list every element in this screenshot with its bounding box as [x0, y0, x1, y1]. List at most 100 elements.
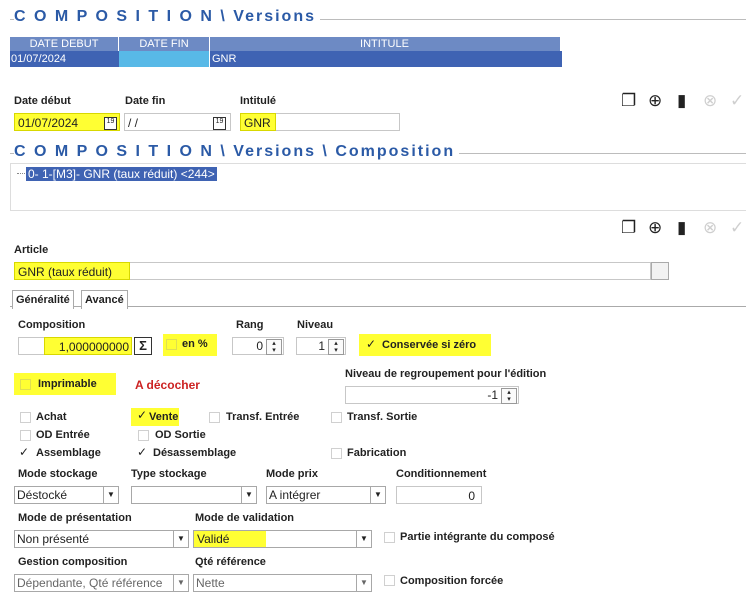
- date-debut-label: Date début: [14, 95, 71, 107]
- article-input-rest[interactable]: [130, 262, 651, 280]
- gestion-composition-select[interactable]: Dépendante, Qté référence ▼: [14, 574, 189, 592]
- qte-reference-label: Qté référence: [195, 556, 266, 568]
- cancel-icon[interactable]: ⊗: [703, 92, 717, 110]
- row-date-debut: 01/07/2024: [10, 51, 119, 67]
- col-intitule[interactable]: INTITULE: [210, 37, 559, 51]
- type-stockage-select[interactable]: ▼: [131, 486, 257, 504]
- copy-icon[interactable]: ❐: [621, 92, 636, 110]
- cancel-icon[interactable]: ⊗: [703, 219, 717, 237]
- assemblage-check[interactable]: ✓: [19, 445, 29, 459]
- rang-input[interactable]: 0 ▴ ▾: [232, 337, 284, 355]
- od-entree-checkbox[interactable]: [20, 430, 31, 441]
- row-intitule: GNR: [210, 51, 562, 67]
- od-sortie-checkbox[interactable]: [138, 430, 149, 441]
- tab-avance[interactable]: Avancé: [81, 290, 128, 309]
- od-entree-label: OD Entrée: [36, 429, 90, 441]
- col-date-fin[interactable]: DATE FIN: [119, 37, 210, 51]
- mode-stockage-select[interactable]: Déstocké ▼: [14, 486, 119, 504]
- mode-presentation-label: Mode de présentation: [18, 512, 132, 524]
- intitule-input-rest[interactable]: [276, 113, 400, 131]
- versions-row[interactable]: 01/07/2024 GNR: [10, 51, 562, 67]
- rang-label: Rang: [236, 319, 264, 331]
- niveau-input[interactable]: 1 ▴ ▾: [296, 337, 346, 355]
- conditionnement-input[interactable]: 0: [396, 486, 482, 504]
- transf-sortie-checkbox[interactable]: [331, 412, 342, 423]
- mode-prix-select[interactable]: A intégrer ▼: [266, 486, 386, 504]
- gestion-composition-label: Gestion composition: [18, 556, 128, 568]
- add-icon[interactable]: ⊕: [648, 92, 662, 110]
- article-input[interactable]: GNR (taux réduit): [14, 262, 130, 280]
- niveau-regroupement-label: Niveau de regroupement pour l'édition: [345, 368, 547, 380]
- qte-reference-select[interactable]: Nette ▼: [193, 574, 372, 592]
- fabrication-label: Fabrication: [347, 447, 407, 459]
- date-fin-label: Date fin: [125, 95, 166, 107]
- row-date-fin: [119, 51, 209, 67]
- en-pct-label: en %: [182, 338, 208, 350]
- intitule-input[interactable]: GNR: [240, 113, 276, 131]
- desassemblage-check[interactable]: ✓: [137, 445, 147, 459]
- sigma-icon[interactable]: Σ: [134, 337, 152, 355]
- chevron-down-icon[interactable]: ▼: [241, 487, 256, 503]
- add-icon[interactable]: ⊕: [648, 219, 662, 237]
- od-sortie-label: OD Sortie: [155, 429, 206, 441]
- col-date-debut[interactable]: DATE DEBUT: [10, 37, 119, 51]
- calendar-icon[interactable]: 19: [104, 117, 117, 130]
- chevron-down-icon[interactable]: ▼: [103, 487, 118, 503]
- en-pct-checkbox[interactable]: [166, 339, 177, 350]
- spin-icon[interactable]: ▴ ▾: [266, 339, 282, 355]
- article-label: Article: [14, 244, 49, 256]
- mode-presentation-select[interactable]: Non présenté ▼: [14, 530, 189, 548]
- conservee-check[interactable]: ✓: [366, 337, 376, 351]
- chevron-down-icon[interactable]: ▼: [173, 575, 188, 591]
- validate-icon[interactable]: ✓: [730, 219, 744, 237]
- chevron-down-icon[interactable]: ▼: [356, 531, 371, 547]
- composition-section-title: C O M P O S I T I O N \ Versions \ Compo…: [14, 143, 460, 161]
- type-stockage-label: Type stockage: [131, 468, 207, 480]
- desassemblage-label: Désassemblage: [153, 447, 237, 459]
- transf-sortie-label: Transf. Sortie: [347, 411, 418, 423]
- partie-integrante-checkbox[interactable]: [384, 532, 395, 543]
- tab-generalite[interactable]: Généralité: [12, 290, 74, 309]
- mode-prix-label: Mode prix: [266, 468, 318, 480]
- vente-check[interactable]: ✓: [137, 408, 147, 422]
- delete-icon[interactable]: ▮: [677, 92, 686, 110]
- chevron-down-icon[interactable]: ▼: [173, 531, 188, 547]
- fabrication-checkbox[interactable]: [331, 448, 342, 459]
- tree-item[interactable]: 0- 1-[M3]- GNR (taux réduit) <244>: [26, 167, 217, 181]
- versions-section-title: C O M P O S I T I O N \ Versions: [14, 8, 320, 26]
- versions-grid-header: DATE DEBUT DATE FIN INTITULE: [10, 37, 560, 51]
- composition-tree[interactable]: 0- 1-[M3]- GNR (taux réduit) <244>: [10, 163, 746, 211]
- transf-entree-label: Transf. Entrée: [226, 411, 300, 423]
- article-lookup-button[interactable]: [651, 262, 669, 280]
- transf-entree-checkbox[interactable]: [209, 412, 220, 423]
- validate-icon[interactable]: ✓: [730, 92, 744, 110]
- composition-forcee-checkbox[interactable]: [384, 575, 395, 586]
- a-decocher-note: A décocher: [135, 378, 200, 392]
- niveau-regroupement-input[interactable]: -1 ▴ ▾: [345, 386, 519, 404]
- mode-stockage-label: Mode stockage: [18, 468, 98, 480]
- assemblage-label: Assemblage: [36, 447, 101, 459]
- achat-label: Achat: [36, 411, 67, 423]
- composition-forcee-label: Composition forcée: [400, 575, 504, 587]
- spin-icon[interactable]: ▴ ▾: [328, 339, 344, 355]
- intitule-label: Intitulé: [240, 95, 277, 107]
- copy-icon[interactable]: ❐: [621, 219, 636, 237]
- conservee-label: Conservée si zéro: [382, 339, 477, 351]
- composition-input-left[interactable]: [18, 337, 44, 355]
- delete-icon[interactable]: ▮: [677, 219, 686, 237]
- imprimable-checkbox[interactable]: [20, 379, 31, 390]
- composition-label: Composition: [18, 319, 86, 331]
- vente-label: Vente: [149, 411, 179, 423]
- spin-icon[interactable]: ▴ ▾: [501, 388, 517, 404]
- imprimable-label: Imprimable: [38, 378, 97, 390]
- composition-input[interactable]: 1,000000000: [44, 337, 132, 355]
- mode-validation-label: Mode de validation: [195, 512, 295, 524]
- chevron-down-icon[interactable]: ▼: [356, 575, 371, 591]
- achat-checkbox[interactable]: [20, 412, 31, 423]
- partie-integrante-label: Partie intégrante du composé: [400, 531, 555, 543]
- chevron-down-icon[interactable]: ▼: [370, 487, 385, 503]
- conditionnement-label: Conditionnement: [396, 468, 487, 480]
- niveau-label: Niveau: [297, 319, 334, 331]
- mode-validation-select[interactable]: Validé ▼: [193, 530, 372, 548]
- calendar-icon[interactable]: 19: [213, 117, 226, 130]
